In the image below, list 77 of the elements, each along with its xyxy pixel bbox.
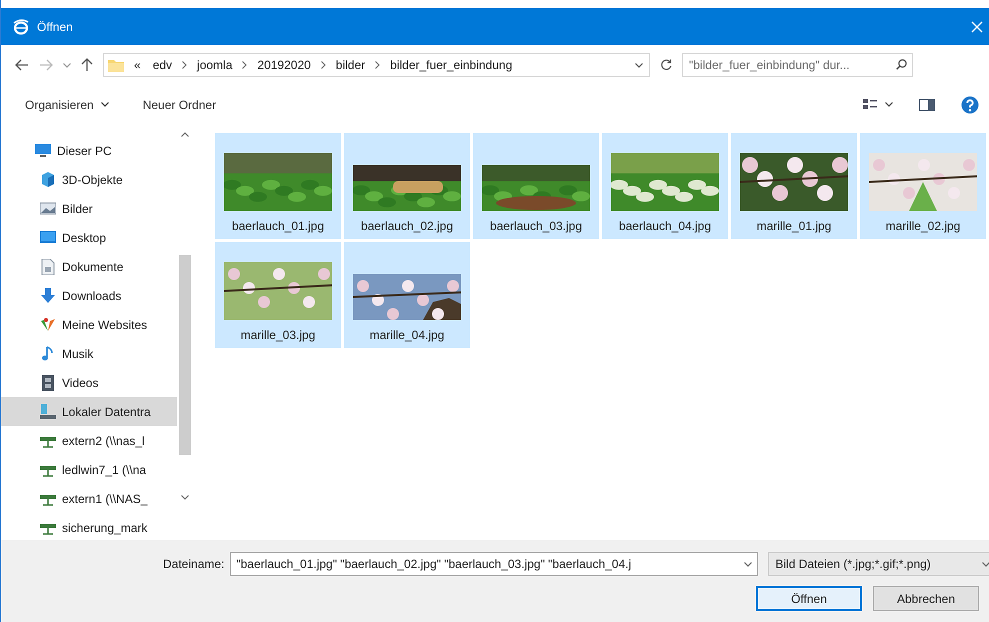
nav-item[interactable]: Bilder <box>1 194 177 223</box>
folder-icon <box>108 58 124 72</box>
file-tile[interactable]: baerlauch_01.jpg <box>215 133 341 239</box>
open-button[interactable]: Öffnen <box>756 586 862 611</box>
web-icon <box>40 316 56 332</box>
search-icon[interactable] <box>896 59 907 70</box>
nav-item[interactable]: Videos <box>1 368 177 397</box>
file-tile[interactable]: marille_01.jpg <box>731 133 857 239</box>
nav-item[interactable]: extern1 (\\NAS_ <box>1 484 177 513</box>
nav-item[interactable]: 3D-Objekte <box>1 165 177 194</box>
breadcrumb[interactable]: edv <box>150 58 174 72</box>
nav-item[interactable]: Lokaler Datentra <box>1 397 177 426</box>
file-name: marille_04.jpg <box>370 328 444 342</box>
caret-icon[interactable] <box>635 62 643 68</box>
file-tile[interactable]: marille_04.jpg <box>344 242 470 348</box>
breadcrumb[interactable]: bilder <box>334 58 368 72</box>
file-name: marille_01.jpg <box>756 219 832 233</box>
file-name: baerlauch_01.jpg <box>232 219 324 233</box>
window-title: Öffnen <box>37 20 74 34</box>
scroll-down-icon[interactable] <box>181 495 189 500</box>
back-icon[interactable] <box>15 59 29 71</box>
file-tile[interactable]: marille_02.jpg <box>860 133 986 239</box>
videos-icon <box>40 374 56 390</box>
view-icon[interactable] <box>863 98 877 110</box>
drive-icon <box>40 404 56 420</box>
help-icon[interactable] <box>961 96 979 114</box>
file-tile[interactable]: baerlauch_03.jpg <box>473 133 599 239</box>
nav-item[interactable]: Dokumente <box>1 252 177 281</box>
file-name: baerlauch_02.jpg <box>360 219 454 233</box>
caret-icon <box>100 102 109 107</box>
up-icon[interactable] <box>81 58 93 72</box>
new-folder-button[interactable]: Neuer Ordner <box>138 94 220 114</box>
breadcrumb[interactable]: « <box>132 58 143 72</box>
breadcrumb[interactable]: 20192020 <box>255 58 313 72</box>
filename-field[interactable]: "baerlauch_01.jpg" "baerlauch_02.jpg" "baerlauch_03.jpg" "baerlauch_04.j <box>230 552 758 576</box>
cube-icon <box>40 172 56 188</box>
caret-icon <box>982 562 989 566</box>
nav-item[interactable]: extern2 (\\nas_l <box>1 426 177 455</box>
close-icon[interactable] <box>971 20 983 32</box>
app-icon <box>13 18 29 34</box>
breadcrumb[interactable]: joomla <box>195 58 234 72</box>
file-tile[interactable]: marille_03.jpg <box>215 242 341 348</box>
address-bar[interactable]: « edv joomla 20192020 bilder bilder_fuer_einbindung <box>103 53 650 77</box>
file-name: baerlauch_04.jpg <box>618 219 712 233</box>
file-type-dropdown[interactable]: Bild Dateien (*.jpg;*.gif;*.png) <box>768 552 989 576</box>
file-name: marille_03.jpg <box>240 328 316 342</box>
preview-pane-icon[interactable] <box>919 98 935 110</box>
caret-icon[interactable] <box>744 562 752 567</box>
downloads-icon <box>40 288 56 304</box>
scroll-up-icon[interactable] <box>181 132 189 137</box>
chevron-icon <box>375 61 380 69</box>
nav-item[interactable]: Dieser PC <box>1 136 177 165</box>
chevron-icon <box>320 61 326 69</box>
chevron-icon <box>242 61 248 69</box>
cancel-button[interactable]: Abbrechen <box>873 586 979 611</box>
file-tile[interactable]: baerlauch_04.jpg <box>602 133 728 239</box>
caret-icon[interactable] <box>885 102 893 107</box>
chevron-icon <box>182 61 188 69</box>
scrollbar-thumb[interactable] <box>179 255 191 455</box>
file-name: baerlauch_03.jpg <box>490 219 582 233</box>
nav-item[interactable]: sicherung_mark <box>1 513 177 540</box>
nav-item[interactable]: Desktop <box>1 223 177 252</box>
nav-item[interactable]: ledlwin7_1 (\\na <box>1 455 177 484</box>
breadcrumb[interactable]: bilder_fuer_einbindung <box>388 58 514 72</box>
organize-button[interactable]: Organisieren <box>21 94 113 114</box>
file-name: marille_02.jpg <box>886 219 960 233</box>
nav-item[interactable]: Musik <box>1 339 177 368</box>
file-tile[interactable]: baerlauch_02.jpg <box>344 133 470 239</box>
nav-item[interactable]: Meine Websites <box>1 310 177 339</box>
documents-icon <box>40 258 56 274</box>
desktop-icon <box>40 230 56 246</box>
pc-icon <box>35 142 51 158</box>
filename-label: Dateiname: <box>163 557 224 571</box>
pictures-icon <box>40 200 56 216</box>
search-field[interactable]: "bilder_fuer_einbindung" dur... <box>682 53 913 77</box>
refresh-icon[interactable] <box>660 59 672 71</box>
nav-item[interactable]: Downloads <box>1 281 177 310</box>
